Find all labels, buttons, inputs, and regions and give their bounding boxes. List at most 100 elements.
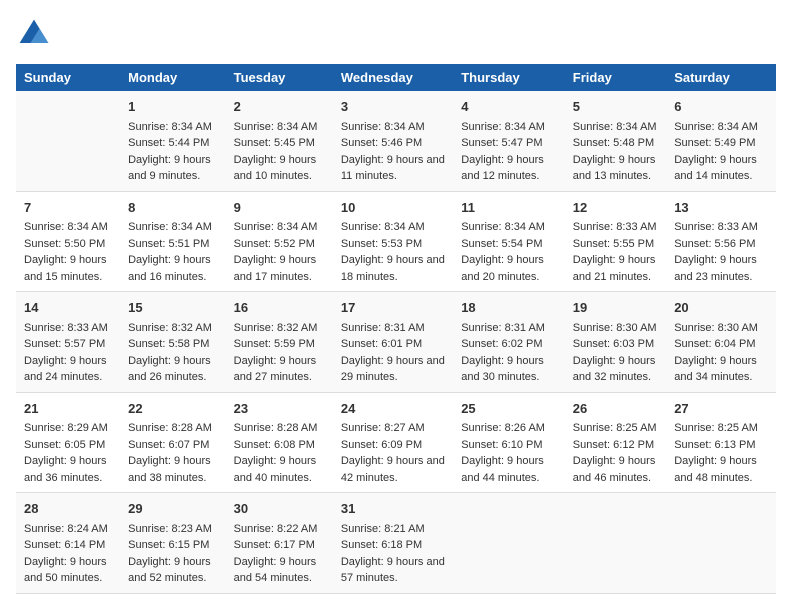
- col-header-monday: Monday: [120, 64, 226, 91]
- calendar-cell: 1Sunrise: 8:34 AMSunset: 5:44 PMDaylight…: [120, 91, 226, 191]
- calendar-cell: 6Sunrise: 8:34 AMSunset: 5:49 PMDaylight…: [666, 91, 776, 191]
- calendar-cell: 16Sunrise: 8:32 AMSunset: 5:59 PMDayligh…: [226, 292, 333, 393]
- week-row-1: 1Sunrise: 8:34 AMSunset: 5:44 PMDaylight…: [16, 91, 776, 191]
- day-number: 26: [573, 399, 658, 419]
- day-number: 23: [234, 399, 325, 419]
- cell-content: Sunrise: 8:34 AMSunset: 5:44 PMDaylight:…: [128, 119, 218, 185]
- day-number: 1: [128, 97, 218, 117]
- col-header-wednesday: Wednesday: [333, 64, 453, 91]
- calendar-cell: 4Sunrise: 8:34 AMSunset: 5:47 PMDaylight…: [453, 91, 565, 191]
- day-number: 28: [24, 499, 112, 519]
- cell-content: Sunrise: 8:33 AMSunset: 5:55 PMDaylight:…: [573, 219, 658, 285]
- day-number: 30: [234, 499, 325, 519]
- day-number: 31: [341, 499, 445, 519]
- calendar-cell: [16, 91, 120, 191]
- cell-content: Sunrise: 8:34 AMSunset: 5:49 PMDaylight:…: [674, 119, 768, 185]
- week-row-2: 7Sunrise: 8:34 AMSunset: 5:50 PMDaylight…: [16, 191, 776, 292]
- calendar-cell: 5Sunrise: 8:34 AMSunset: 5:48 PMDaylight…: [565, 91, 666, 191]
- cell-content: Sunrise: 8:22 AMSunset: 6:17 PMDaylight:…: [234, 521, 325, 587]
- cell-content: Sunrise: 8:33 AMSunset: 5:56 PMDaylight:…: [674, 219, 768, 285]
- cell-content: Sunrise: 8:34 AMSunset: 5:48 PMDaylight:…: [573, 119, 658, 185]
- day-number: 13: [674, 198, 768, 218]
- cell-content: Sunrise: 8:33 AMSunset: 5:57 PMDaylight:…: [24, 320, 112, 386]
- calendar-cell: 9Sunrise: 8:34 AMSunset: 5:52 PMDaylight…: [226, 191, 333, 292]
- day-number: 3: [341, 97, 445, 117]
- header: [16, 16, 776, 52]
- day-number: 8: [128, 198, 218, 218]
- cell-content: Sunrise: 8:24 AMSunset: 6:14 PMDaylight:…: [24, 521, 112, 587]
- cell-content: Sunrise: 8:28 AMSunset: 6:08 PMDaylight:…: [234, 420, 325, 486]
- calendar-table: SundayMondayTuesdayWednesdayThursdayFrid…: [16, 64, 776, 594]
- day-number: 29: [128, 499, 218, 519]
- day-number: 11: [461, 198, 557, 218]
- col-header-tuesday: Tuesday: [226, 64, 333, 91]
- cell-content: Sunrise: 8:34 AMSunset: 5:53 PMDaylight:…: [341, 219, 445, 285]
- calendar-cell: 14Sunrise: 8:33 AMSunset: 5:57 PMDayligh…: [16, 292, 120, 393]
- calendar-cell: 30Sunrise: 8:22 AMSunset: 6:17 PMDayligh…: [226, 493, 333, 594]
- calendar-cell: 26Sunrise: 8:25 AMSunset: 6:12 PMDayligh…: [565, 392, 666, 493]
- calendar-cell: 15Sunrise: 8:32 AMSunset: 5:58 PMDayligh…: [120, 292, 226, 393]
- day-number: 7: [24, 198, 112, 218]
- day-number: 6: [674, 97, 768, 117]
- calendar-cell: 11Sunrise: 8:34 AMSunset: 5:54 PMDayligh…: [453, 191, 565, 292]
- day-number: 4: [461, 97, 557, 117]
- calendar-cell: [565, 493, 666, 594]
- day-number: 14: [24, 298, 112, 318]
- cell-content: Sunrise: 8:27 AMSunset: 6:09 PMDaylight:…: [341, 420, 445, 486]
- calendar-cell: 7Sunrise: 8:34 AMSunset: 5:50 PMDaylight…: [16, 191, 120, 292]
- day-number: 21: [24, 399, 112, 419]
- day-number: 5: [573, 97, 658, 117]
- calendar-cell: 17Sunrise: 8:31 AMSunset: 6:01 PMDayligh…: [333, 292, 453, 393]
- calendar-cell: 29Sunrise: 8:23 AMSunset: 6:15 PMDayligh…: [120, 493, 226, 594]
- day-number: 18: [461, 298, 557, 318]
- cell-content: Sunrise: 8:34 AMSunset: 5:51 PMDaylight:…: [128, 219, 218, 285]
- calendar-cell: 28Sunrise: 8:24 AMSunset: 6:14 PMDayligh…: [16, 493, 120, 594]
- cell-content: Sunrise: 8:32 AMSunset: 5:59 PMDaylight:…: [234, 320, 325, 386]
- cell-content: Sunrise: 8:34 AMSunset: 5:45 PMDaylight:…: [234, 119, 325, 185]
- cell-content: Sunrise: 8:30 AMSunset: 6:03 PMDaylight:…: [573, 320, 658, 386]
- calendar-cell: 10Sunrise: 8:34 AMSunset: 5:53 PMDayligh…: [333, 191, 453, 292]
- day-number: 19: [573, 298, 658, 318]
- calendar-cell: 19Sunrise: 8:30 AMSunset: 6:03 PMDayligh…: [565, 292, 666, 393]
- cell-content: Sunrise: 8:31 AMSunset: 6:01 PMDaylight:…: [341, 320, 445, 386]
- day-number: 2: [234, 97, 325, 117]
- cell-content: Sunrise: 8:25 AMSunset: 6:12 PMDaylight:…: [573, 420, 658, 486]
- calendar-cell: 2Sunrise: 8:34 AMSunset: 5:45 PMDaylight…: [226, 91, 333, 191]
- calendar-cell: 22Sunrise: 8:28 AMSunset: 6:07 PMDayligh…: [120, 392, 226, 493]
- cell-content: Sunrise: 8:26 AMSunset: 6:10 PMDaylight:…: [461, 420, 557, 486]
- day-number: 22: [128, 399, 218, 419]
- day-number: 15: [128, 298, 218, 318]
- col-header-friday: Friday: [565, 64, 666, 91]
- calendar-cell: 31Sunrise: 8:21 AMSunset: 6:18 PMDayligh…: [333, 493, 453, 594]
- day-number: 9: [234, 198, 325, 218]
- cell-content: Sunrise: 8:31 AMSunset: 6:02 PMDaylight:…: [461, 320, 557, 386]
- col-header-thursday: Thursday: [453, 64, 565, 91]
- calendar-cell: 21Sunrise: 8:29 AMSunset: 6:05 PMDayligh…: [16, 392, 120, 493]
- cell-content: Sunrise: 8:34 AMSunset: 5:54 PMDaylight:…: [461, 219, 557, 285]
- cell-content: Sunrise: 8:28 AMSunset: 6:07 PMDaylight:…: [128, 420, 218, 486]
- calendar-cell: 20Sunrise: 8:30 AMSunset: 6:04 PMDayligh…: [666, 292, 776, 393]
- calendar-cell: [666, 493, 776, 594]
- calendar-cell: 23Sunrise: 8:28 AMSunset: 6:08 PMDayligh…: [226, 392, 333, 493]
- week-row-4: 21Sunrise: 8:29 AMSunset: 6:05 PMDayligh…: [16, 392, 776, 493]
- cell-content: Sunrise: 8:21 AMSunset: 6:18 PMDaylight:…: [341, 521, 445, 587]
- day-number: 10: [341, 198, 445, 218]
- week-row-5: 28Sunrise: 8:24 AMSunset: 6:14 PMDayligh…: [16, 493, 776, 594]
- day-number: 12: [573, 198, 658, 218]
- col-header-sunday: Sunday: [16, 64, 120, 91]
- cell-content: Sunrise: 8:23 AMSunset: 6:15 PMDaylight:…: [128, 521, 218, 587]
- day-number: 20: [674, 298, 768, 318]
- day-number: 24: [341, 399, 445, 419]
- day-number: 16: [234, 298, 325, 318]
- cell-content: Sunrise: 8:34 AMSunset: 5:52 PMDaylight:…: [234, 219, 325, 285]
- calendar-cell: [453, 493, 565, 594]
- cell-content: Sunrise: 8:32 AMSunset: 5:58 PMDaylight:…: [128, 320, 218, 386]
- cell-content: Sunrise: 8:29 AMSunset: 6:05 PMDaylight:…: [24, 420, 112, 486]
- day-number: 25: [461, 399, 557, 419]
- logo-icon: [16, 16, 52, 52]
- day-number: 27: [674, 399, 768, 419]
- calendar-cell: 3Sunrise: 8:34 AMSunset: 5:46 PMDaylight…: [333, 91, 453, 191]
- week-row-3: 14Sunrise: 8:33 AMSunset: 5:57 PMDayligh…: [16, 292, 776, 393]
- calendar-cell: 24Sunrise: 8:27 AMSunset: 6:09 PMDayligh…: [333, 392, 453, 493]
- calendar-cell: 18Sunrise: 8:31 AMSunset: 6:02 PMDayligh…: [453, 292, 565, 393]
